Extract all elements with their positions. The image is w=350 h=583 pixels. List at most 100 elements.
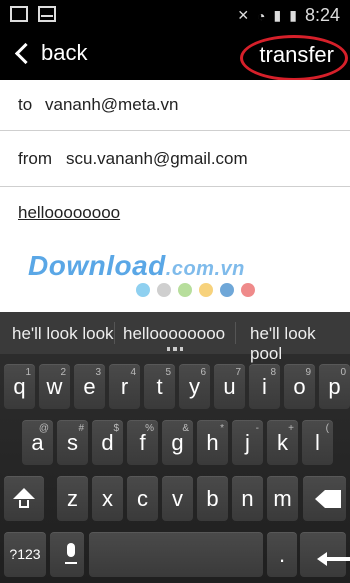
key-s-hint: # [78, 423, 84, 434]
key-h-hint: * [220, 423, 224, 434]
key-i[interactable]: i8 [249, 364, 280, 409]
status-bar: ✕ ◔ ▮ ▮ 8:24 [0, 0, 350, 30]
suggestion-1[interactable]: he'll look look [12, 324, 114, 344]
key-y-label: y [189, 374, 200, 399]
key-i-label: i [262, 374, 267, 399]
divider [235, 322, 236, 344]
transfer-button[interactable]: transfer [259, 42, 334, 68]
clock: 8:24 [304, 5, 340, 25]
to-row[interactable]: to vananh@meta.vn [0, 80, 350, 131]
dot [157, 283, 171, 297]
key-n[interactable]: n [232, 476, 263, 521]
key-a[interactable]: a @ [22, 420, 53, 465]
suggestion-2[interactable]: helloooooooo [123, 324, 225, 344]
key-p[interactable]: p0 [319, 364, 350, 409]
key-q-hint: 1 [25, 367, 31, 378]
key-j[interactable]: j- [232, 420, 263, 465]
mic-key[interactable] [50, 532, 84, 577]
key-u[interactable]: u7 [214, 364, 245, 409]
key-x-label: x [102, 486, 113, 511]
key-w[interactable]: w2 [39, 364, 70, 409]
key-y[interactable]: y6 [179, 364, 210, 409]
space-key[interactable] [89, 532, 263, 577]
back-label: back [41, 40, 88, 65]
backspace-key[interactable] [303, 476, 346, 521]
key-q[interactable]: q1 [4, 364, 35, 409]
key-c[interactable]: c [127, 476, 158, 521]
symbols-key[interactable]: ?123 [4, 532, 46, 577]
key-d[interactable]: d $ [92, 420, 123, 465]
key-o-label: o [293, 374, 306, 399]
key-t[interactable]: t5 [144, 364, 175, 409]
wifi-icon: ◔ [257, 7, 266, 24]
key-t-hint: 5 [165, 367, 171, 378]
key-i-hint: 8 [270, 367, 276, 378]
to-field[interactable]: vananh@meta.vn [45, 95, 179, 115]
key-g-hint: & [182, 423, 189, 434]
key-s[interactable]: s # [57, 420, 88, 465]
key-q-label: q [13, 374, 26, 399]
dot [241, 283, 255, 297]
key-l[interactable]: l( [302, 420, 333, 465]
from-field[interactable]: scu.vananh@gmail.com [66, 149, 248, 169]
signal-icon: ▮ [273, 7, 282, 23]
suggestion-bar: he'll look look helloooooooo he'll look … [0, 312, 350, 363]
key-k-label: k [277, 430, 288, 455]
enter-key[interactable] [300, 532, 350, 577]
key-v[interactable]: v [162, 476, 193, 521]
key-z-label: z [67, 486, 78, 511]
key-u-label: u [223, 374, 236, 399]
key-c-label: c [137, 486, 148, 511]
key-d-label: d [101, 430, 114, 455]
key-f[interactable]: f% [127, 420, 158, 465]
key-k-hint: + [288, 423, 294, 434]
key-j-label: j [245, 430, 250, 455]
key-l-hint: ( [325, 423, 329, 434]
key-b-label: b [206, 486, 219, 511]
key-a-hint: @ [38, 423, 49, 434]
key-e-hint: 3 [95, 367, 101, 378]
key-x[interactable]: x [92, 476, 123, 521]
chevron-left-icon [14, 42, 37, 64]
back-button[interactable]: back [14, 40, 87, 66]
key-r-label: r [120, 374, 129, 399]
dot [136, 283, 150, 297]
to-label: to [18, 95, 33, 114]
status-right: ✕ ◔ ▮ ▮ 8:24 [237, 5, 340, 26]
key-k[interactable]: k + [267, 420, 298, 465]
key-m[interactable]: m [267, 476, 298, 521]
key-j-hint: - [255, 423, 259, 434]
key-t-label: t [156, 374, 163, 399]
key-e[interactable]: e3 [74, 364, 105, 409]
key-o[interactable]: o9 [284, 364, 315, 409]
key-b[interactable]: b [197, 476, 228, 521]
dot [199, 283, 213, 297]
key-h[interactable]: h * [197, 420, 228, 465]
key-l-label: l [315, 430, 320, 455]
watermark-text: Download [28, 250, 166, 281]
key-y-hint: 6 [200, 367, 206, 378]
watermark-logo: Download.com.vn [28, 250, 245, 282]
from-label: from [18, 149, 52, 168]
shift-key[interactable] [4, 476, 44, 521]
key-r[interactable]: r4 [109, 364, 140, 409]
mail-icon [38, 6, 56, 22]
period-key-label: . [278, 542, 286, 567]
key-p-label: p [328, 374, 341, 399]
key-z[interactable]: z [57, 476, 88, 521]
keyboard: he'll look look helloooooooo he'll look … [0, 312, 350, 583]
message-body-input[interactable]: helloooooooo [18, 203, 120, 223]
from-row[interactable]: from scu.vananh@gmail.com [0, 130, 350, 187]
key-u-hint: 7 [235, 367, 241, 378]
period-key[interactable]: . [267, 532, 297, 577]
suggestion-3[interactable]: he'll look pool [250, 324, 350, 364]
key-v-label: v [172, 486, 183, 511]
key-r-hint: 4 [130, 367, 136, 378]
key-g[interactable]: g & [162, 420, 193, 465]
key-f-hint: % [145, 423, 154, 434]
key-e-label: e [83, 374, 96, 399]
key-h-label: h [206, 430, 219, 455]
key-d-hint: $ [113, 423, 119, 434]
key-s-label: s [67, 430, 78, 455]
watermark-dots [136, 283, 255, 297]
